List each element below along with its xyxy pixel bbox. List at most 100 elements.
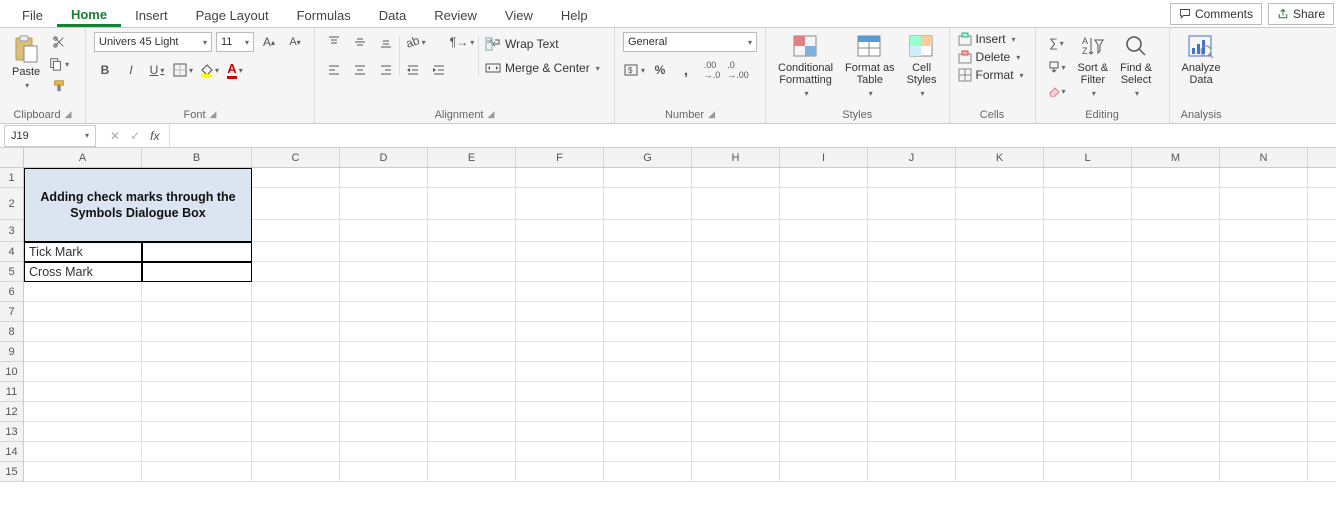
align-center-button[interactable]: [349, 60, 371, 80]
cell-a4[interactable]: Tick Mark: [24, 242, 142, 262]
font-name-combo[interactable]: Univers 45 Light▾: [94, 32, 212, 52]
comments-button[interactable]: Comments: [1170, 3, 1262, 25]
tab-file[interactable]: File: [8, 4, 57, 27]
analyze-data-button[interactable]: Analyze Data: [1178, 32, 1225, 88]
column-header[interactable]: F: [516, 148, 604, 168]
comma-format-button[interactable]: ,: [675, 60, 697, 80]
column-header[interactable]: K: [956, 148, 1044, 168]
column-header[interactable]: C: [252, 148, 340, 168]
format-cells-button[interactable]: Format▾: [958, 68, 1027, 82]
orientation-button[interactable]: ab▾: [402, 32, 430, 52]
cell-b4[interactable]: [142, 242, 252, 262]
align-bottom-button[interactable]: [375, 32, 397, 52]
merge-center-button[interactable]: Merge & Center ▾: [481, 59, 604, 77]
decrease-indent-button[interactable]: [402, 60, 424, 80]
cell-a5[interactable]: Cross Mark: [24, 262, 142, 282]
column-header[interactable]: J: [868, 148, 956, 168]
select-all-corner[interactable]: [0, 148, 24, 168]
clear-button[interactable]: ▾: [1044, 81, 1070, 101]
fill-color-button[interactable]: ▾: [198, 60, 220, 80]
row-header[interactable]: 15: [0, 462, 24, 482]
row-header[interactable]: 14: [0, 442, 24, 462]
row-header[interactable]: 4: [0, 242, 24, 262]
bold-button[interactable]: B: [94, 60, 116, 80]
delete-cells-button[interactable]: Delete▾: [958, 50, 1027, 64]
column-header[interactable]: A: [24, 148, 142, 168]
row-header[interactable]: 8: [0, 322, 24, 342]
font-size-combo[interactable]: 11▾: [216, 32, 254, 52]
paste-button[interactable]: Paste ▾: [8, 32, 44, 94]
row-header[interactable]: 5: [0, 262, 24, 282]
tab-data[interactable]: Data: [365, 4, 420, 27]
format-painter-button[interactable]: [48, 76, 70, 96]
conditional-formatting-button[interactable]: Conditional Formatting▾: [774, 32, 837, 102]
tab-insert[interactable]: Insert: [121, 4, 182, 27]
decrease-font-button[interactable]: A▾: [284, 32, 306, 52]
decrease-decimal-button[interactable]: .0→.00: [727, 60, 749, 80]
tab-help[interactable]: Help: [547, 4, 602, 27]
underline-button[interactable]: U▾: [146, 60, 168, 80]
tab-review[interactable]: Review: [420, 4, 491, 27]
find-select-button[interactable]: Find & Select▾: [1116, 32, 1156, 102]
tab-formulas[interactable]: Formulas: [283, 4, 365, 27]
italic-button[interactable]: I: [120, 60, 142, 80]
column-header[interactable]: N: [1220, 148, 1308, 168]
row-header[interactable]: 1: [0, 168, 24, 188]
fx-button[interactable]: fx: [146, 129, 163, 143]
percent-format-button[interactable]: %: [649, 60, 671, 80]
align-right-button[interactable]: [375, 60, 397, 80]
column-header[interactable]: B: [142, 148, 252, 168]
text-direction-button[interactable]: ¶→▾: [448, 32, 476, 52]
row-header[interactable]: 6: [0, 282, 24, 302]
increase-decimal-button[interactable]: .00→.0: [701, 60, 723, 80]
sort-filter-button[interactable]: AZ Sort & Filter▾: [1074, 32, 1113, 102]
align-middle-button[interactable]: [349, 32, 371, 52]
dialog-launcher-icon[interactable]: ◢: [708, 109, 715, 121]
cell-styles-button[interactable]: Cell Styles▾: [903, 32, 941, 102]
name-box[interactable]: J19 ▾: [4, 125, 96, 147]
fill-button[interactable]: ▾: [1044, 57, 1070, 77]
row-header[interactable]: 13: [0, 422, 24, 442]
cancel-formula-button[interactable]: ✕: [106, 129, 124, 143]
borders-button[interactable]: ▾: [172, 60, 194, 80]
font-color-button[interactable]: A▾: [224, 60, 246, 80]
cells-area[interactable]: Adding check marks through the Symbols D…: [24, 168, 1336, 520]
copy-button[interactable]: ▾: [48, 54, 70, 74]
tab-page-layout[interactable]: Page Layout: [182, 4, 283, 27]
column-header[interactable]: I: [780, 148, 868, 168]
column-header[interactable]: O: [1308, 148, 1336, 168]
tab-home[interactable]: Home: [57, 3, 121, 27]
column-header[interactable]: E: [428, 148, 516, 168]
autosum-button[interactable]: ∑▾: [1044, 33, 1070, 53]
insert-cells-button[interactable]: Insert▾: [958, 32, 1027, 46]
row-header[interactable]: 12: [0, 402, 24, 422]
row-header[interactable]: 3: [0, 220, 24, 242]
increase-indent-button[interactable]: [428, 60, 450, 80]
dialog-launcher-icon[interactable]: ◢: [210, 109, 217, 121]
row-header[interactable]: 2: [0, 188, 24, 220]
sheet-title-cell[interactable]: Adding check marks through the Symbols D…: [24, 168, 252, 242]
align-left-button[interactable]: [323, 60, 345, 80]
wrap-text-button[interactable]: ab Wrap Text: [481, 35, 604, 53]
dialog-launcher-icon[interactable]: ◢: [488, 109, 495, 121]
accounting-format-button[interactable]: $▾: [623, 60, 645, 80]
align-top-button[interactable]: [323, 32, 345, 52]
column-header[interactable]: D: [340, 148, 428, 168]
format-as-table-button[interactable]: Format as Table▾: [841, 32, 899, 102]
column-header[interactable]: M: [1132, 148, 1220, 168]
number-format-combo[interactable]: General▾: [623, 32, 757, 52]
formula-input[interactable]: [170, 124, 1336, 147]
row-header[interactable]: 7: [0, 302, 24, 322]
row-header[interactable]: 9: [0, 342, 24, 362]
column-header[interactable]: L: [1044, 148, 1132, 168]
share-button[interactable]: Share: [1268, 3, 1334, 25]
column-header[interactable]: G: [604, 148, 692, 168]
increase-font-button[interactable]: A▴: [258, 32, 280, 52]
row-header[interactable]: 11: [0, 382, 24, 402]
cell-b5[interactable]: [142, 262, 252, 282]
row-header[interactable]: 10: [0, 362, 24, 382]
cut-button[interactable]: [48, 32, 70, 52]
enter-formula-button[interactable]: ✓: [126, 129, 144, 143]
tab-view[interactable]: View: [491, 4, 547, 27]
dialog-launcher-icon[interactable]: ◢: [65, 109, 72, 121]
